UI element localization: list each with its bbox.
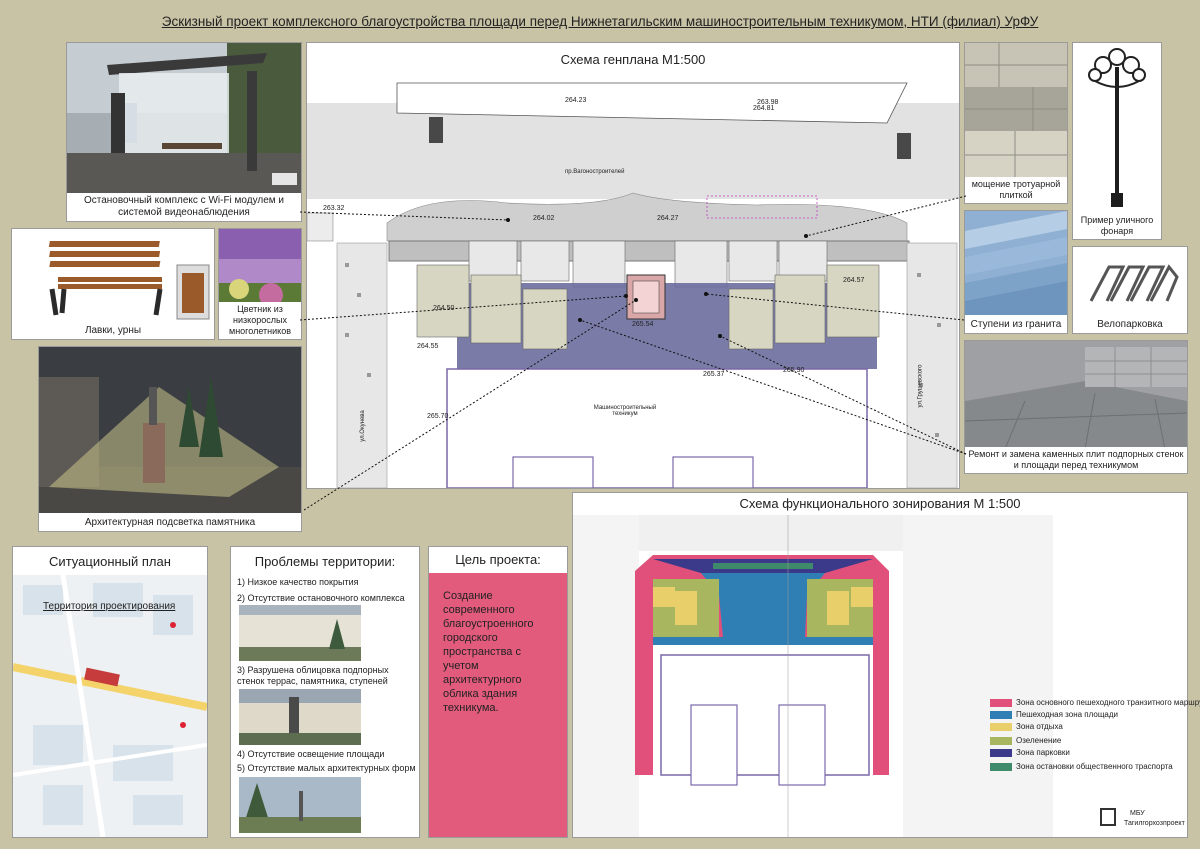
stamp-line2: Тагилгорхозпроект: [1124, 820, 1185, 827]
elevation-mark: 264.23: [565, 97, 587, 104]
legend-label: Пешеходная зона площади: [1016, 710, 1118, 719]
goal-card: Цель проекта: Создание современного благ…: [428, 546, 568, 838]
monument-caption: Архитектурная подсветка памятника: [39, 515, 301, 531]
benches-card: Лавки, урны: [11, 228, 215, 340]
lamp-caption: Пример уличного фонаря: [1073, 213, 1161, 239]
sheet-title: Эскизный проект комплексного благоустрой…: [161, 14, 1039, 29]
legend-swatch: [990, 699, 1012, 707]
genplan-drawing: [307, 77, 959, 488]
genplan-panel: Схема генплана М1:500 пр.Вагоностроителе…: [306, 42, 960, 489]
legend-swatch: [990, 711, 1012, 719]
elevation-mark: 264.81: [753, 105, 775, 112]
problem-item: 3) Разрушена облицовка подпорных стенок …: [237, 665, 389, 686]
problem-item: 1) Низкое качество покрытия: [237, 577, 359, 587]
repair-caption: Ремонт и замена каменных плит подпорных …: [965, 447, 1187, 473]
zoning-title: Схема функционального зонирования М 1:50…: [739, 496, 1021, 511]
bike-parking-caption: Велопарковка: [1073, 317, 1187, 333]
monument-card: Архитектурная подсветка памятника: [38, 346, 302, 532]
side-street-left-label: ул.Окунева: [359, 410, 366, 442]
elevation-mark: 265.90: [783, 367, 805, 374]
zoning-panel: Схема функционального зонирования М 1:50…: [572, 492, 1188, 838]
street-label: пр.Вагоностроителей: [565, 169, 625, 175]
elevation-mark: 265.37: [703, 371, 725, 378]
granite-steps-caption: Ступени из гранита: [965, 317, 1067, 333]
lamp-card: Пример уличного фонаря: [1072, 42, 1162, 240]
paving-caption: мощение тротуарной плиткой: [965, 177, 1067, 203]
legend-swatch: [990, 737, 1012, 745]
problem-photo: [239, 777, 361, 833]
legend-swatch: [990, 723, 1012, 731]
elevation-mark: 263.32: [323, 205, 345, 212]
stamp-logo: [1100, 808, 1116, 826]
bus-stop-caption: Остановочный комплекс с Wi-Fi модулем и …: [67, 193, 301, 221]
goal-text: Создание современного благоустроенного г…: [443, 590, 534, 714]
monument-photo: [39, 347, 301, 513]
legend-label: Озеленение: [1016, 736, 1062, 745]
stamp-line1: МБУ: [1130, 810, 1145, 817]
elevation-mark: 264.02: [533, 215, 555, 222]
problem-item: 2) Отсутствие остановочного комплекса: [237, 593, 405, 603]
legend-swatch: [990, 749, 1012, 757]
elevation-mark: 265.70: [427, 413, 449, 420]
repair-photo: [965, 341, 1187, 449]
elevation-mark: 265.54: [632, 321, 654, 328]
elevation-mark: 264.27: [657, 215, 679, 222]
legend-label: Зона остановки общественного траспорта: [1016, 762, 1173, 771]
elevation-mark: 264.55: [417, 343, 439, 350]
building-label: Машиностроительный техникум: [593, 405, 657, 417]
bus-stop-card: Остановочный комплекс с Wi-Fi модулем и …: [66, 42, 302, 222]
legend-label: Зона отдыха: [1016, 722, 1063, 731]
zoning-drawing: [573, 515, 1187, 837]
bus-stop-photo: [67, 43, 301, 199]
problems-title: Проблемы территории:: [254, 554, 396, 569]
flowerbed-photo: [219, 229, 301, 311]
legend-label: Зона парковки: [1016, 748, 1070, 757]
situation-plan-title: Ситуационный план: [49, 554, 171, 569]
problem-item: 4) Отсутствие освещение площади: [237, 749, 385, 759]
bike-parking-card: Велопарковка: [1072, 246, 1188, 334]
territory-label: Территория проектирования: [43, 601, 176, 612]
bench-image: [12, 229, 214, 323]
situation-map: [13, 575, 207, 837]
legend-label: Зона основного пешеходного транзитного м…: [1016, 698, 1200, 707]
problem-photo: [239, 689, 361, 745]
granite-steps-card: Ступени из гранита: [964, 210, 1068, 334]
repair-card: Ремонт и замена каменных плит подпорных …: [964, 340, 1188, 474]
problems-card: Проблемы территории: 1) Низкое качество …: [230, 546, 420, 838]
flowerbed-card: Цветник из низкорослых многолетников: [218, 228, 302, 340]
problem-photo: [239, 605, 361, 661]
legend-swatch: [990, 763, 1012, 771]
side-street-right-label: ул.Грушевского: [917, 364, 924, 408]
elevation-mark: 264.57: [843, 277, 865, 284]
bike-rack-image: [1073, 247, 1187, 317]
elevation-mark: 264.50: [433, 305, 455, 312]
lamp-image: [1073, 43, 1161, 213]
paving-card: мощение тротуарной плиткой: [964, 42, 1068, 204]
paving-photo: [965, 43, 1067, 181]
situation-plan-card: Ситуационный план Территория проектирова…: [12, 546, 208, 838]
problem-item: 5) Отсутствие малых архитектурных форм: [237, 763, 416, 773]
flowerbed-caption: Цветник из низкорослых многолетников: [219, 302, 301, 339]
goal-title: Цель проекта:: [429, 547, 567, 573]
benches-caption: Лавки, урны: [12, 323, 214, 339]
granite-steps-photo: [965, 211, 1067, 315]
